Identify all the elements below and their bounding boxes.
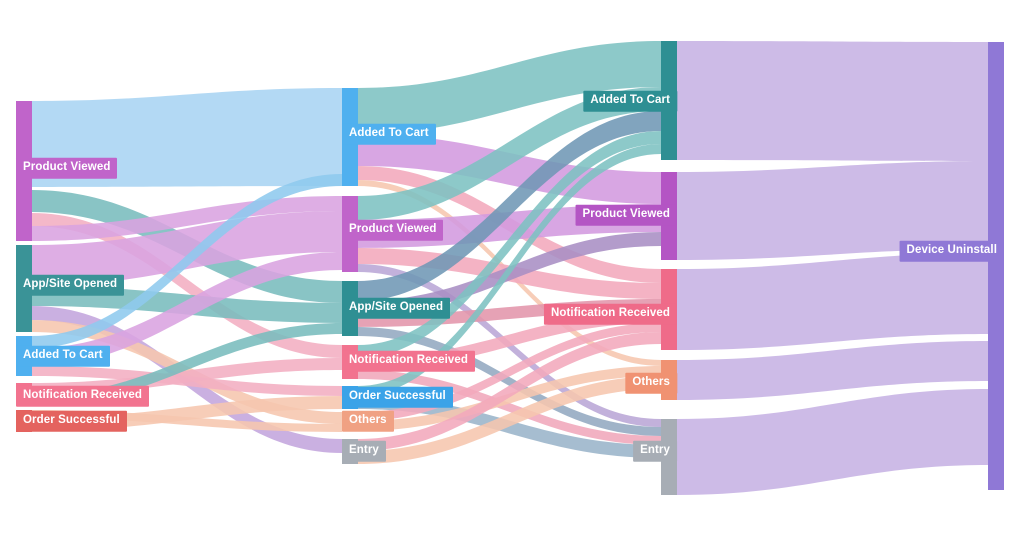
sankey-link-entry-to-device-uninstall[interactable] (677, 389, 988, 495)
sankey-node-label-app-site-opened-col1[interactable]: App/Site Opened (342, 297, 451, 319)
sankey-node-label-product-viewed-col0[interactable]: Product Viewed (16, 157, 118, 179)
sankey-link-added-to-cart-to-device-uninstall[interactable] (677, 41, 988, 161)
sankey-node-label-notification-received-col1[interactable]: Notification Received (342, 350, 476, 372)
sankey-node-label-others-col1[interactable]: Others (342, 410, 394, 432)
sankey-node-label-others-col2[interactable]: Others (625, 372, 677, 394)
sankey-node-label-added-to-cart-col0[interactable]: Added To Cart (16, 345, 110, 367)
sankey-node-label-order-successful-col0[interactable]: Order Successful (16, 410, 127, 432)
sankey-node-label-notification-received-col2[interactable]: Notification Received (543, 303, 677, 325)
sankey-node-label-added-to-cart-col2[interactable]: Added To Cart (583, 90, 677, 112)
sankey-node-label-entry-col2[interactable]: Entry (633, 440, 677, 462)
sankey-node-device-uninstall-col3[interactable] (988, 42, 1004, 490)
sankey-node-label-entry-col1[interactable]: Entry (342, 440, 386, 462)
sankey-node-label-device-uninstall-col3[interactable]: Device Uninstall (899, 240, 1004, 262)
sankey-link-notification-received-to-device-uninstall[interactable] (677, 253, 988, 350)
sankey-node-label-product-viewed-col1[interactable]: Product Viewed (342, 219, 444, 241)
sankey-diagram: Product Viewed App/Site Opened Added To Ca… (0, 0, 1024, 536)
sankey-node-label-order-successful-col1[interactable]: Order Successful (342, 386, 453, 408)
sankey-node-label-notification-received-col0[interactable]: Notification Received (16, 385, 150, 407)
sankey-node-label-added-to-cart-col1[interactable]: Added To Cart (342, 123, 436, 145)
sankey-canvas (16, 41, 1004, 495)
sankey-node-label-app-site-opened-col0[interactable]: App/Site Opened (16, 274, 125, 296)
sankey-links-layer (32, 41, 988, 495)
sankey-node-label-product-viewed-col2[interactable]: Product Viewed (575, 204, 677, 226)
